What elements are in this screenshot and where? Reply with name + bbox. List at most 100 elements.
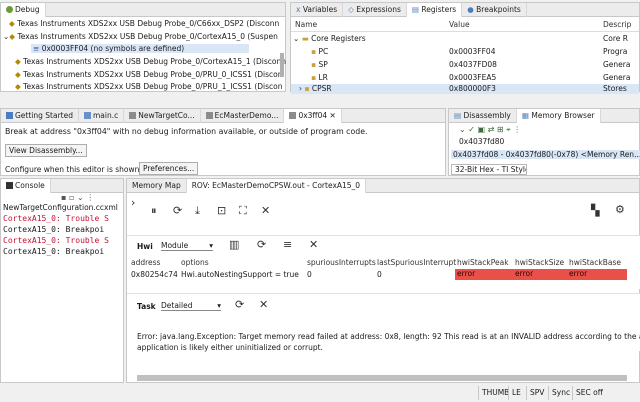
close-icon[interactable]: ✕ <box>259 299 268 310</box>
task-view: Task Detailed ▾ ⟳ ✕ Error: java.lang.Exce… <box>127 293 640 352</box>
dropdown-icon[interactable]: ⌄ <box>77 193 84 202</box>
device-icon: ◆ <box>9 19 15 28</box>
download-icon[interactable]: ⤓ <box>195 205 200 216</box>
hwi-module-select[interactable]: Module ▾ <box>161 241 213 251</box>
register-name[interactable]: ▪ SP <box>311 60 328 69</box>
preferences-button[interactable]: Preferences... <box>139 162 199 175</box>
tab-address[interactable]: 0x3ff04 ✕ <box>284 108 342 123</box>
register-icon: ▪ <box>311 73 317 82</box>
refresh-icon[interactable]: ⟳ <box>173 205 182 216</box>
register-group-desc: Core R <box>603 34 628 43</box>
col-address: address <box>131 258 161 267</box>
refresh-icon[interactable]: ⟳ <box>235 299 244 310</box>
register-value[interactable]: 0x0003FEA5 <box>449 73 496 82</box>
pin-icon[interactable]: ⌖ <box>506 125 511 134</box>
tab-breakpoints[interactable]: ● Breakpoints <box>462 2 527 17</box>
c-file-icon <box>84 111 91 119</box>
close-icon[interactable]: ✕ <box>309 239 318 250</box>
tab-memory-map[interactable]: Memory Map <box>127 178 187 193</box>
view-disassembly-button[interactable]: View Disassembly... <box>5 144 87 157</box>
debug-item[interactable]: ◆ Texas Instruments XDS2xx USB Debug Pro… <box>15 57 286 66</box>
tab-expressions[interactable]: ◇ Expressions <box>343 2 407 17</box>
register-desc: Stores <box>603 84 627 93</box>
refresh-icon[interactable]: ⟳ <box>257 239 266 250</box>
register-value[interactable]: 0x0003FF04 <box>449 47 495 56</box>
debug-item[interactable]: ◆ Texas Instruments XDS2xx USB Debug Pro… <box>15 82 282 91</box>
register-name[interactable]: ▪ LR <box>311 73 328 82</box>
tab-main-c[interactable]: main.c <box>79 108 125 123</box>
register-icon: ▪ <box>311 60 317 69</box>
col-value[interactable]: Value <box>449 20 470 29</box>
debug-item[interactable]: ◆ Texas Instruments XDS2xx USB Debug Pro… <box>9 19 279 28</box>
address-input[interactable]: 0x4037fd80 <box>459 137 559 146</box>
menu-icon[interactable]: ⋮ <box>513 125 521 134</box>
memory-toolbar: ⌄ ✓ ▣ ⇄ ⊞ ⌖ ⋮ <box>459 125 521 135</box>
status-spv: SPV <box>526 386 547 400</box>
dropdown-icon[interactable]: ⌄ <box>459 125 466 134</box>
settings-icon[interactable]: ⚙ <box>615 204 625 215</box>
file-icon <box>205 111 213 119</box>
columns-icon[interactable]: ▥ <box>229 239 239 250</box>
task-detail-select[interactable]: Detailed ▾ <box>161 301 221 311</box>
register-icon: ▪ <box>304 84 310 93</box>
tab-getting-started[interactable]: Getting Started <box>1 108 79 123</box>
register-group[interactable]: ⌄ ▬ Core Registers <box>293 34 366 43</box>
tab-disassembly[interactable]: ▤ Disassembly <box>449 108 517 123</box>
refresh-icon[interactable]: ✓ <box>468 125 475 134</box>
memory-range[interactable]: 0x4037fd08 - 0x4037fd80(-0x78) <Memory R… <box>451 150 640 159</box>
task-label: Task <box>137 302 156 311</box>
tab-variables[interactable]: x Variables <box>291 2 344 17</box>
debug-scrollbar[interactable] <box>280 53 284 77</box>
registers-panel: x Variables ◇ Expressions ▤ Registers ● … <box>290 2 640 94</box>
pin-icon[interactable]: ▪ <box>61 193 66 202</box>
tab-console[interactable]: Console <box>1 178 51 193</box>
tab-memory-browser[interactable]: ▦ Memory Browser <box>516 108 601 123</box>
hwi-stack-peak-error: error <box>455 269 513 280</box>
variables-icon: x <box>296 4 301 14</box>
register-value[interactable]: 0x4037FD08 <box>449 60 497 69</box>
register-name[interactable]: ▪ PC <box>311 47 328 56</box>
break-message: Break at address "0x3ff04" with no debug… <box>5 127 368 136</box>
fullscreen-icon[interactable]: ⛶ <box>239 205 247 216</box>
register-name[interactable]: › ▪ CPSR <box>299 84 332 93</box>
register-value[interactable]: 0x800000F3 <box>449 84 496 93</box>
expand-icon: ⌄ <box>293 34 300 43</box>
status-le: LE <box>508 386 524 400</box>
col-stack-peak: hwiStackPeak <box>457 258 509 267</box>
hwi-address[interactable]: 0x80254c74 <box>131 270 178 279</box>
debug-item[interactable]: ◆ Texas Instruments XDS2xx USB Debug Pro… <box>15 70 282 79</box>
hwi-options[interactable]: Hwi.autoNestingSupport = true ⋮ <box>181 270 299 279</box>
debug-item-selected[interactable]: ≡ 0x0003FF04 (no symbols are defined) <box>31 44 249 53</box>
console-file: NewTargetConfiguration.ccxml <box>3 203 118 212</box>
status-sync: Sync <box>548 386 573 400</box>
save-icon[interactable]: ▣ <box>478 125 486 134</box>
close-icon[interactable]: ✕ <box>330 111 336 120</box>
tab-debug[interactable]: Debug <box>1 2 46 17</box>
memory-browser-panel: ▤ Disassembly ▦ Memory Browser ⌄ ✓ ▣ ⇄ ⊞… <box>448 108 640 176</box>
device-icon: ◆ <box>9 32 16 41</box>
format-select[interactable]: 32-Bit Hex - TI Style ⌄ <box>451 164 527 175</box>
pause-icon[interactable]: ⏸ <box>151 205 157 216</box>
chevron-down-icon: ▾ <box>209 241 213 250</box>
tab-registers[interactable]: ▤ Registers <box>406 2 463 17</box>
chevron-right-icon[interactable]: › <box>131 197 135 208</box>
close-icon[interactable]: ✕ <box>261 205 270 216</box>
col-options: options <box>181 258 209 267</box>
menu-icon[interactable]: ⋮ <box>86 193 94 202</box>
debug-item[interactable]: ⌄◆ Texas Instruments XDS2xx USB Debug Pr… <box>3 32 278 41</box>
dashboard-icon[interactable]: ▚ <box>591 205 599 216</box>
col-name[interactable]: Name <box>295 20 317 29</box>
configure-text: Configure when this editor is shown <box>5 165 140 174</box>
col-stack-size: hwiStackSize <box>515 258 565 267</box>
link-icon[interactable]: ⇄ <box>488 125 495 134</box>
menu-icon[interactable]: ≡ <box>283 239 292 250</box>
col-description[interactable]: Descrip <box>603 20 631 29</box>
snapshot-icon[interactable]: ⊡ <box>217 205 226 216</box>
copy-icon[interactable]: ▫ <box>69 193 74 202</box>
tab-rov[interactable]: ROV: EcMasterDemoCPSW.out - CortexA15_0 <box>186 178 367 193</box>
tab-new-target-config[interactable]: NewTargetCo... <box>124 108 201 123</box>
horizontal-scrollbar[interactable] <box>137 375 627 381</box>
hwi-label: Hwi <box>137 242 153 251</box>
tab-ecmaster-demo[interactable]: EcMasterDemo... <box>201 108 285 123</box>
new-tab-icon[interactable]: ⊞ <box>497 125 504 134</box>
